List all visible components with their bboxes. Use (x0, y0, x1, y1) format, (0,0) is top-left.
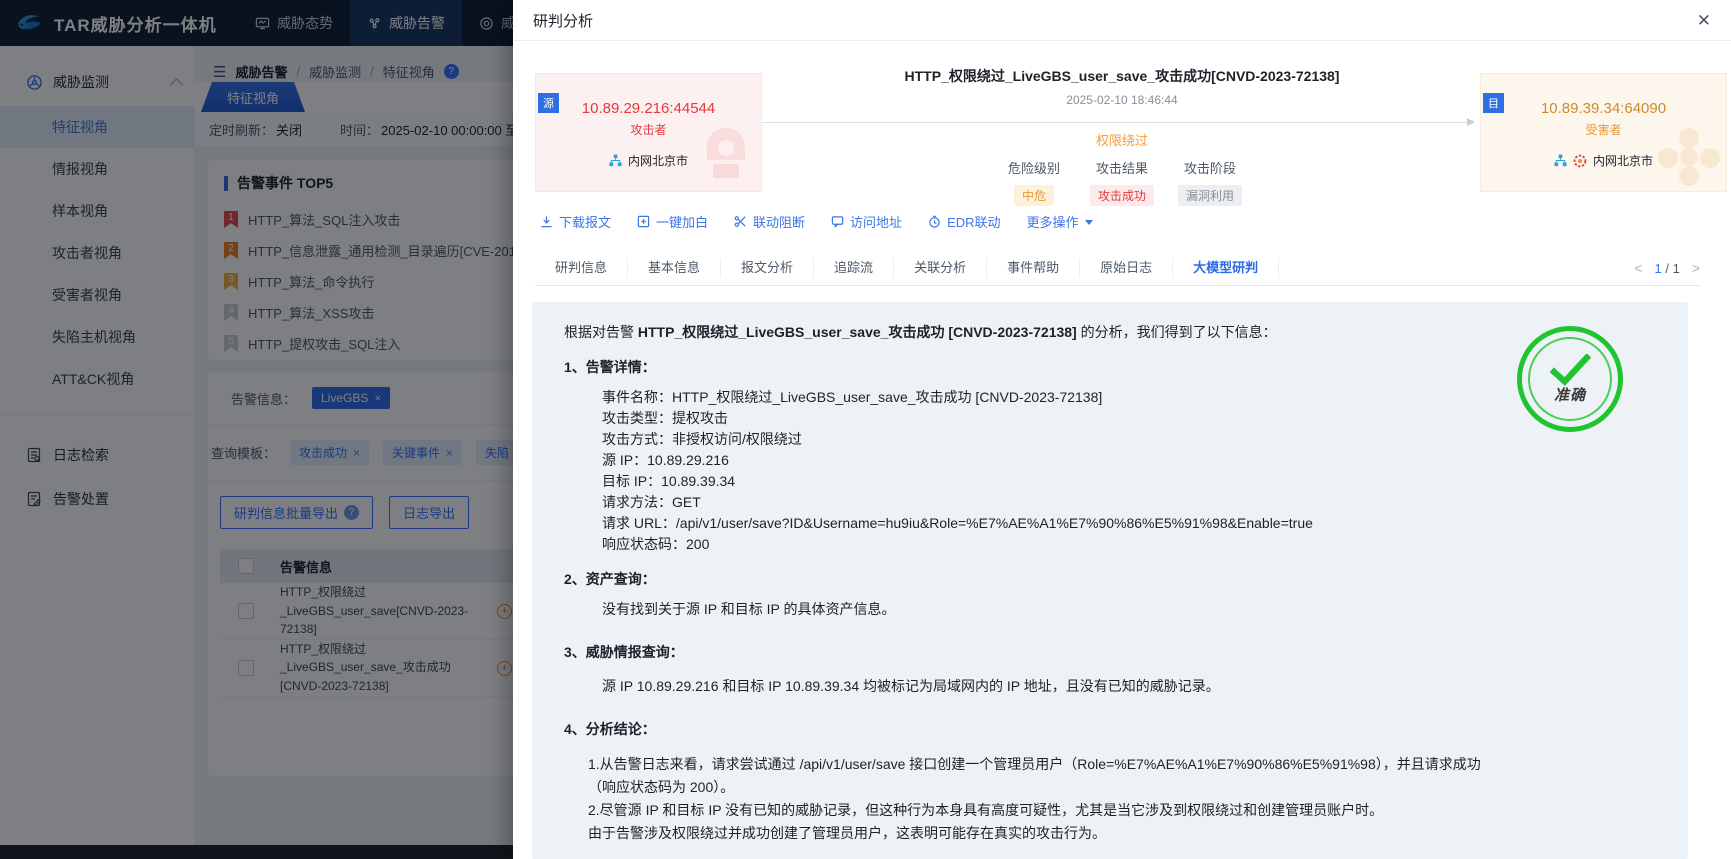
meta-label: 攻击结果 (1095, 161, 1148, 176)
visit-address-action[interactable]: 访问地址 (831, 212, 902, 231)
tab-trace-flow[interactable]: 追踪流 (814, 258, 895, 278)
total-pages: 1 (1672, 260, 1680, 276)
meta-label: 攻击阶段 (1183, 161, 1236, 176)
detail-line: 请求 URL：/api/v1/user/save?ID&Username=hu9… (602, 515, 1313, 531)
current-page: 1 (1654, 260, 1662, 276)
section-text: 没有找到关于源 IP 和目标 IP 的具体资产信息。 (602, 601, 896, 617)
llm-analysis-panel: 根据对告警 HTTP_权限绕过_LiveGBS_user_save_攻击成功 [… (532, 302, 1688, 859)
download-icon (541, 216, 552, 228)
target-location: 内网北京市 (1592, 154, 1653, 168)
detail-line: 目标 IP：10.89.39.34 (602, 473, 736, 489)
source-location: 内网北京市 (627, 154, 688, 168)
detail-line: 请求方法：GET (602, 494, 701, 510)
alert-time: 2025-02-10 18:46:44 (1066, 93, 1178, 107)
section-heading: 2、资产查询： (564, 571, 656, 587)
next-page-icon[interactable]: > (1692, 260, 1700, 276)
whitelist-action[interactable]: 一键加白 (637, 212, 708, 231)
tab-correlation-analysis[interactable]: 关联分析 (894, 258, 988, 278)
victim-watermark-icon (1654, 124, 1724, 191)
caret-down-icon (1084, 220, 1093, 225)
meta-values-row: 中危 攻击成功 漏洞利用 (763, 185, 1481, 206)
detail-line: 攻击方式：非授权访问/权限绕过 (602, 431, 802, 447)
meta-label: 危险级别 (1007, 161, 1060, 176)
action-toolbar: 下载报文 一键加白 联动阻断 访问地址 EDR联动 更多操作 (540, 212, 1093, 231)
analysis-intro: 根据对告警 HTTP_权限绕过_LiveGBS_user_save_攻击成功 [… (564, 322, 1508, 343)
source-endpoint-card: 源 10.89.29.216:44544 攻击者 内网北京市 (535, 73, 762, 192)
scissors-icon (734, 216, 746, 227)
drawer-tabbar: 研判信息 基本信息 报文分析 追踪流 关联分析 事件帮助 原始日志 大模型研判 … (535, 251, 1700, 286)
detail-line: 响应状态码：200 (602, 536, 710, 552)
attack-direction-arrow (762, 118, 1475, 126)
tab-packet-analysis[interactable]: 报文分析 (721, 258, 815, 278)
verdict-stamp-inner: 准确 (1528, 337, 1612, 421)
source-ip[interactable]: 10.89.29.216:44544 (536, 100, 761, 117)
verdict-stamp: 准确 (1517, 326, 1623, 432)
tab-judge-info[interactable]: 研判信息 (535, 258, 629, 278)
alert-summary: HTTP_权限绕过_LiveGBS_user_save_攻击成功[CNVD-20… (763, 66, 1481, 107)
meta-labels-row: 危险级别 攻击结果 攻击阶段 (763, 158, 1481, 177)
intro-prefix: 根据对告警 (564, 324, 638, 340)
target-ip[interactable]: 10.89.39.34:64090 (1481, 100, 1726, 117)
tab-event-help[interactable]: 事件帮助 (987, 258, 1081, 278)
victim-mark-icon (1573, 154, 1587, 167)
whitelist-icon (637, 215, 650, 228)
alert-meta: 权限绕过 危险级别 攻击结果 攻击阶段 中危 攻击成功 漏洞利用 (763, 130, 1481, 206)
attack-type-label: 权限绕过 (1095, 133, 1148, 148)
conclusion-line: 1.从告警日志来看，请求尝试通过 /api/v1/user/save 接口创建一… (588, 756, 1481, 795)
network-icon (609, 154, 622, 167)
section-text: 源 IP 10.89.29.216 和目标 IP 10.89.39.34 均被标… (602, 678, 1220, 694)
pagination: < 1 / 1 > (1634, 260, 1700, 276)
edr-linkage-action[interactable]: EDR联动 (928, 212, 1001, 231)
action-label: EDR联动 (947, 215, 1001, 230)
tab-raw-log[interactable]: 原始日志 (1080, 258, 1174, 278)
attacker-watermark-icon (693, 124, 759, 191)
action-label: 联动阻断 (753, 215, 806, 230)
action-label: 访问地址 (850, 215, 903, 230)
tab-llm-judgement[interactable]: 大模型研判 (1173, 258, 1280, 278)
target-badge: 目 (1483, 93, 1504, 113)
target-endpoint-card: 目 10.89.39.34:64090 受害者 内网北京市 (1480, 73, 1727, 192)
action-label: 下载报文 (559, 215, 612, 230)
section-heading: 1、告警详情： (564, 359, 656, 375)
chat-bubble-icon (831, 216, 844, 228)
risk-level-badge: 中危 (1013, 185, 1054, 206)
drawer-header: 研判分析 ✕ (513, 0, 1731, 41)
detail-line: 源 IP：10.89.29.216 (602, 452, 729, 468)
verdict-label: 准确 (1553, 386, 1586, 404)
page-separator: / (1665, 260, 1669, 276)
action-label: 更多操作 (1026, 215, 1079, 230)
intro-alert-name: HTTP_权限绕过_LiveGBS_user_save_攻击成功 [CNVD-2… (637, 324, 1077, 340)
source-badge: 源 (538, 93, 559, 113)
alert-title: HTTP_权限绕过_LiveGBS_user_save_攻击成功[CNVD-20… (904, 68, 1340, 84)
tab-basic-info[interactable]: 基本信息 (628, 258, 722, 278)
more-actions-dropdown[interactable]: 更多操作 (1027, 212, 1093, 231)
check-icon (1549, 353, 1592, 386)
download-report-action[interactable]: 下载报文 (540, 212, 611, 231)
conclusion-line: 2.尽管源 IP 和目标 IP 没有已知的威胁记录，但这种行为本身具有高度可疑性… (588, 802, 1384, 818)
detail-line: 攻击类型：提权攻击 (602, 410, 728, 426)
section-heading: 3、威胁情报查询： (564, 644, 684, 660)
conclusion-line: 由于告警涉及权限绕过并成功创建了管理员用户，这表明可能存在真实的攻击行为。 (588, 825, 1106, 841)
section-heading: 4、分析结论： (564, 721, 656, 737)
block-action[interactable]: 联动阻断 (734, 212, 805, 231)
analysis-drawer: 研判分析 ✕ 源 10.89.29.216:44544 攻击者 内网北京市 HT… (513, 0, 1731, 859)
prev-page-icon[interactable]: < (1634, 260, 1642, 276)
intro-suffix: 的分析，我们得到了以下信息： (1076, 324, 1277, 340)
detail-line: 事件名称：HTTP_权限绕过_LiveGBS_user_save_攻击成功 [C… (602, 389, 1103, 405)
app-root: TAR威胁分析一体机 威胁态势 威胁告警 威胁分析 威胁监测 (0, 0, 1731, 859)
network-icon (1554, 154, 1567, 167)
clock-icon (929, 215, 940, 228)
attack-result-badge: 攻击成功 (1089, 185, 1154, 206)
attack-stage-badge: 漏洞利用 (1177, 185, 1242, 206)
action-label: 一键加白 (656, 215, 709, 230)
drawer-title: 研判分析 (533, 12, 594, 30)
close-icon[interactable]: ✕ (1697, 12, 1711, 29)
